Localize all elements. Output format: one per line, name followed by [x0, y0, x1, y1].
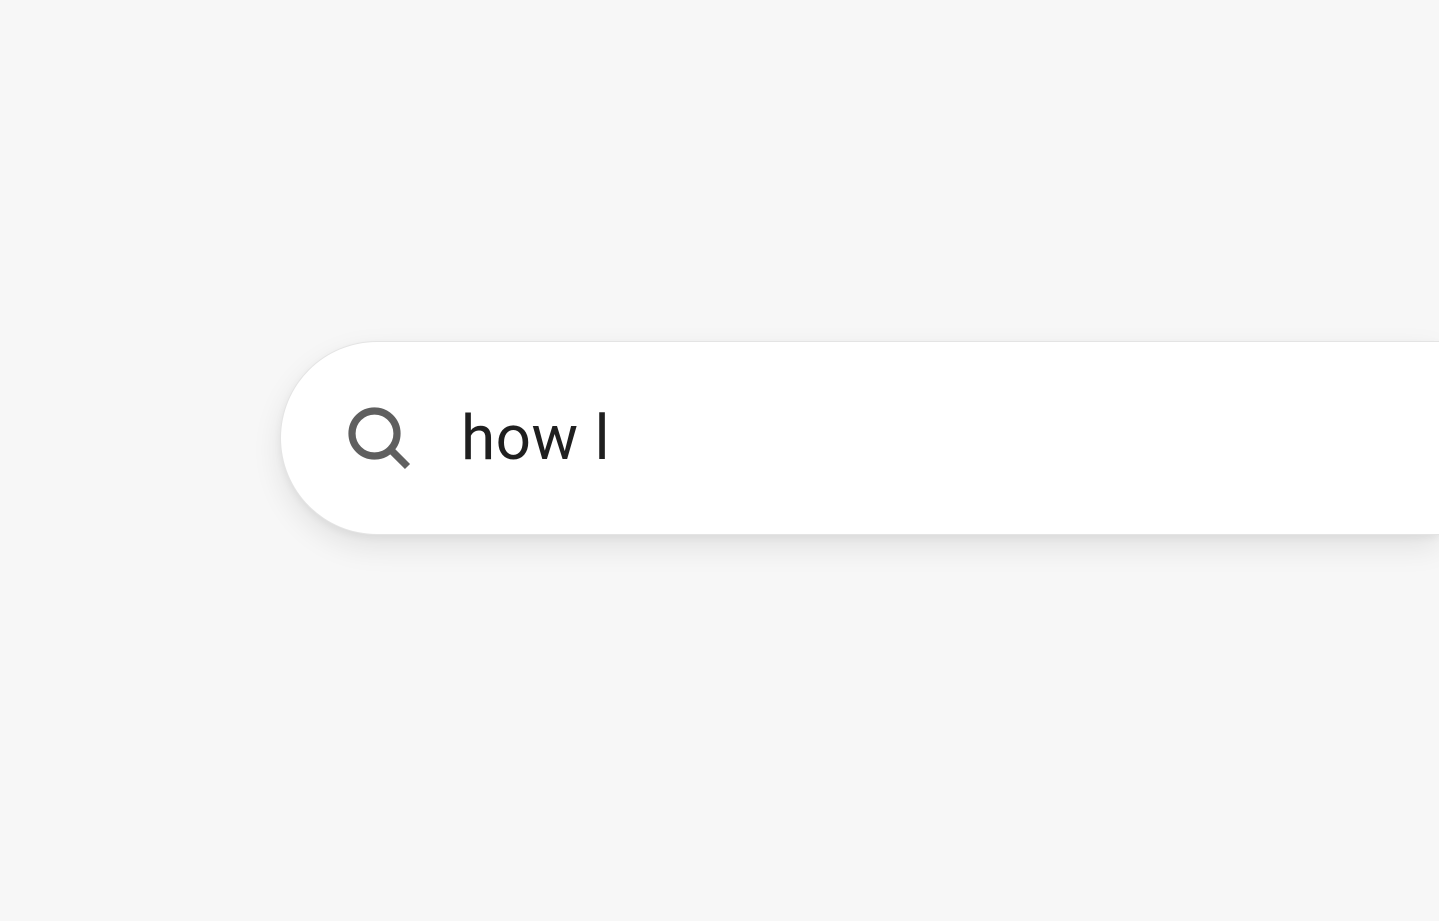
search-input[interactable]	[461, 402, 1439, 475]
search-icon	[343, 402, 415, 474]
search-bar[interactable]	[280, 341, 1439, 535]
